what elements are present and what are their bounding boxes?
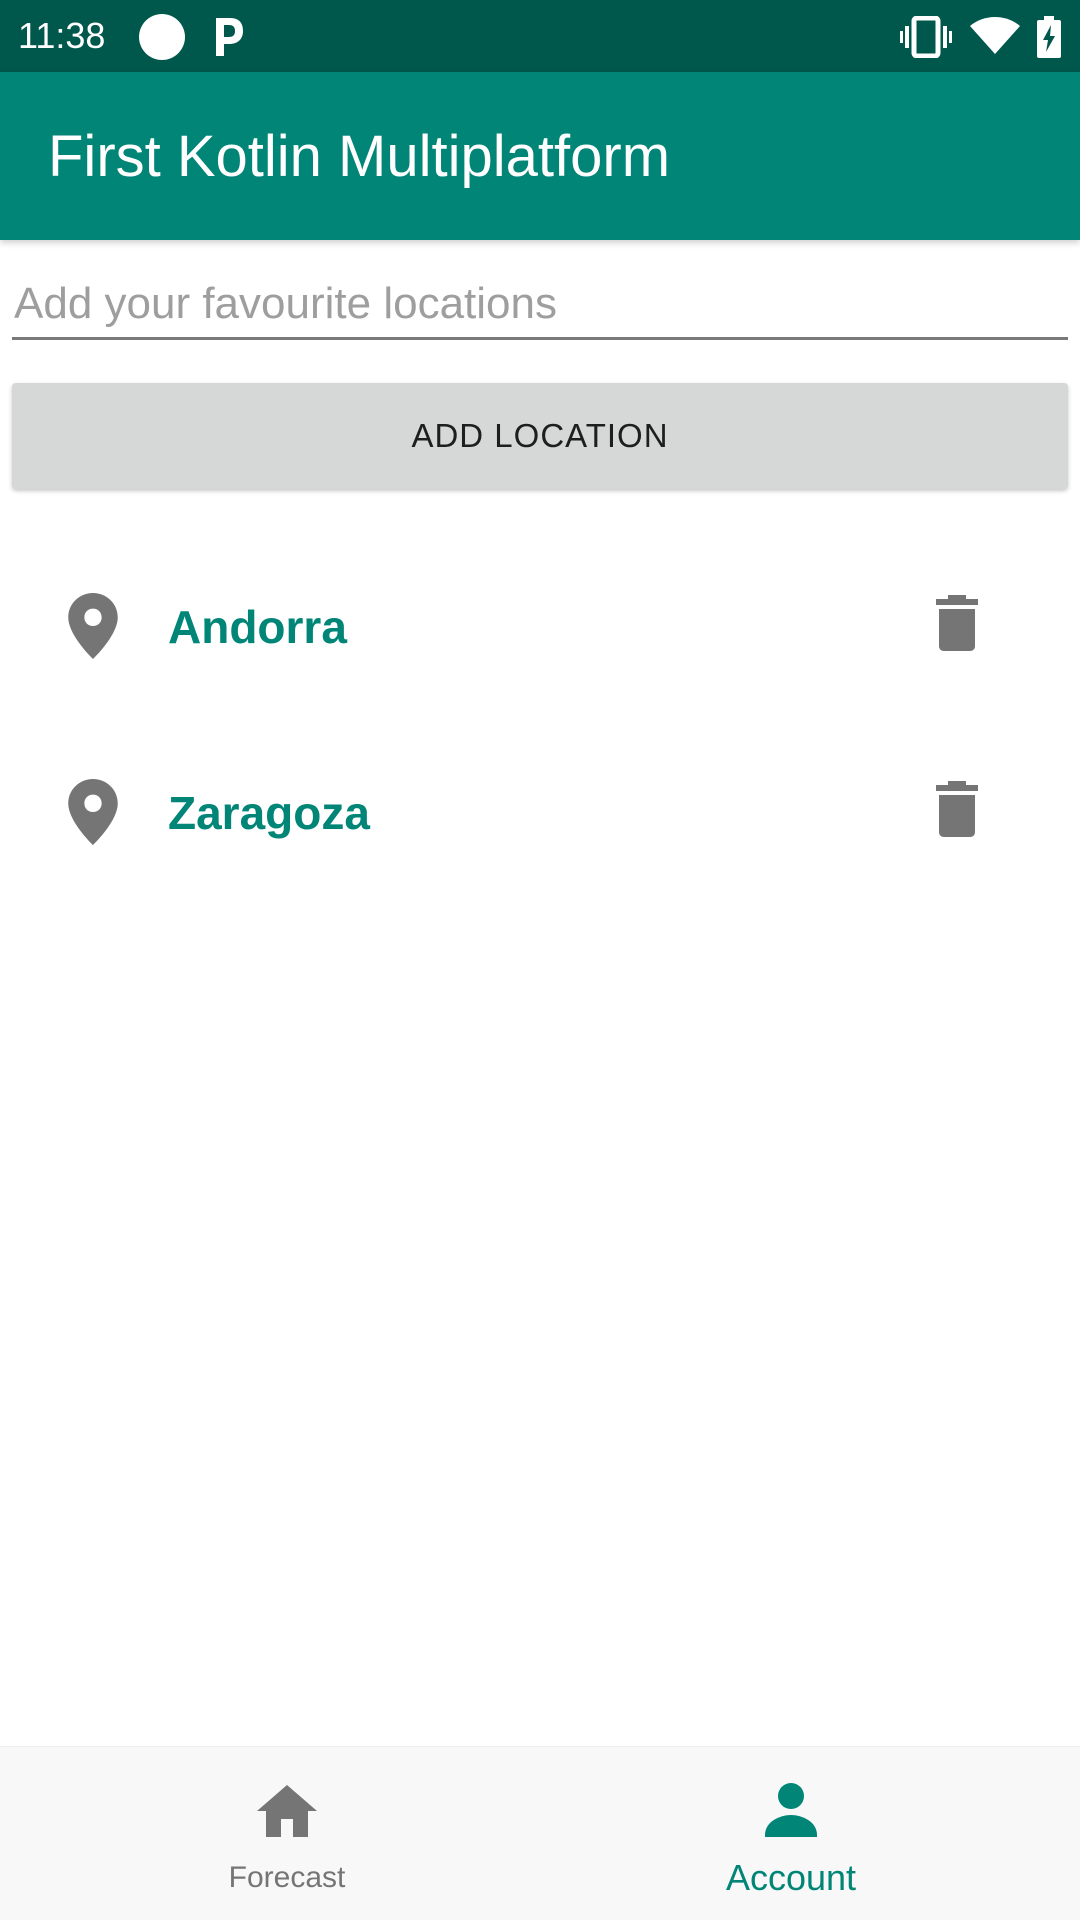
bottom-navigation: Forecast Account (0, 1746, 1080, 1920)
location-name: Zaragoza (168, 787, 370, 839)
pin-icon (68, 779, 118, 845)
notification-dot-icon (139, 14, 185, 60)
list-item[interactable]: Andorra (0, 573, 1080, 693)
battery-charging-icon (1037, 16, 1061, 58)
favourite-location-input[interactable] (12, 270, 1068, 340)
app-bar: First Kotlin Multiplatform (0, 72, 1080, 240)
wifi-icon (970, 17, 1020, 54)
trash-icon[interactable] (936, 595, 978, 651)
nav-item-forecast[interactable]: Forecast (17, 1747, 557, 1921)
person-icon (765, 1783, 817, 1837)
home-icon (257, 1785, 317, 1837)
parking-p-icon (216, 18, 243, 56)
add-location-button[interactable]: ADD LOCATION (12, 383, 1068, 489)
nav-item-account[interactable]: Account (521, 1747, 1061, 1921)
vibrate-icon (900, 16, 952, 58)
pin-icon (68, 593, 118, 659)
status-bar: 11:38 (0, 0, 1080, 72)
nav-label-forecast: Forecast (228, 1861, 346, 1894)
location-name: Andorra (168, 601, 347, 653)
page-title: First Kotlin Multiplatform (48, 124, 671, 189)
trash-icon[interactable] (936, 781, 978, 837)
nav-label-account: Account (725, 1857, 857, 1898)
list-item[interactable]: Zaragoza (0, 759, 1080, 879)
status-time: 11:38 (18, 15, 106, 56)
